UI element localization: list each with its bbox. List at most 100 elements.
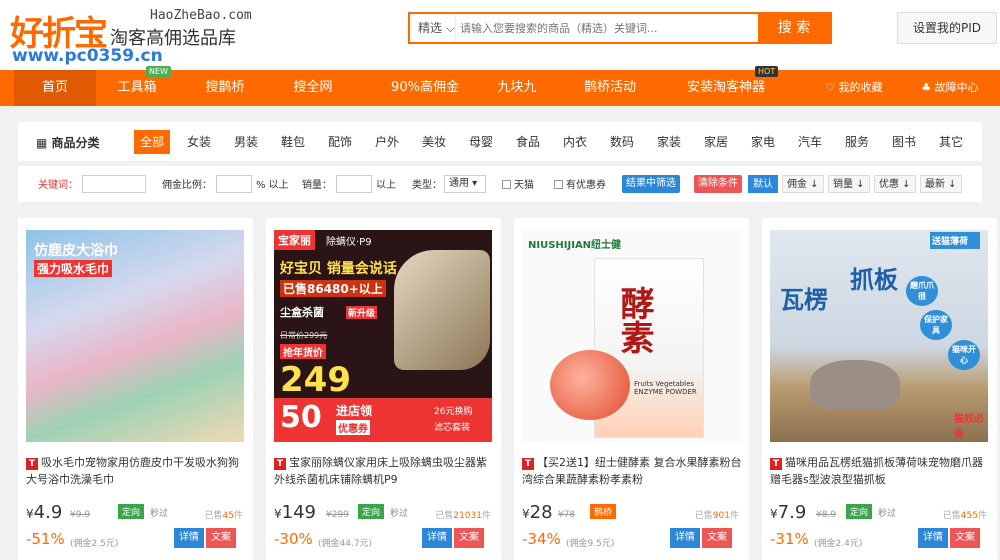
product-price: ¥149 [274, 502, 316, 523]
category-all[interactable]: 全部 [134, 130, 170, 154]
original-price: ¥78 [558, 510, 576, 520]
category-item[interactable]: 女装 [181, 130, 217, 154]
product-card[interactable]: 瓦楞 抓板 送猫薄荷 磨爪爪很 保护家具 猫咪开心 猫奴必备 T 猫咪用品瓦楞纸猫… [762, 218, 997, 560]
product-price: ¥4.9 [26, 502, 63, 523]
image-text: 已售86480+以上 [280, 280, 386, 297]
checkbox-icon [502, 180, 511, 189]
sort-discount[interactable]: 优惠 ↓ [874, 175, 916, 193]
keyword-input[interactable] [82, 175, 146, 193]
commission: (佣金2.4元) [814, 539, 863, 549]
category-item[interactable]: 户外 [369, 130, 405, 154]
image-text: 仿鹿皮大浴巾 [34, 243, 118, 259]
sort-sales[interactable]: 销量 ↓ [828, 175, 870, 193]
image-text: 249 [280, 360, 351, 400]
product-card[interactable]: 仿鹿皮大浴巾 强力吸水毛巾 T 吸水毛巾宠物家用仿鹿皮巾干发吸水狗狗大号浴巾洗澡毛… [18, 218, 253, 560]
copy-button[interactable]: 文案 [454, 528, 484, 548]
ratio-input[interactable] [216, 175, 252, 193]
image-text: 好宝贝 销量会说话 [280, 261, 397, 277]
nav-search-all[interactable]: 搜全网 [280, 70, 346, 106]
category-item[interactable]: 食品 [510, 130, 546, 154]
nav-queqiao-events[interactable]: 鹊桥活动 [572, 70, 648, 106]
nav-favorites[interactable]: ♡ 我的收藏 [812, 70, 896, 106]
category-item[interactable]: 汽车 [792, 130, 828, 154]
status-badge: 定向 [358, 504, 385, 519]
copy-button[interactable]: 文案 [206, 528, 236, 548]
copy-button[interactable]: 文案 [702, 528, 732, 548]
product-image[interactable]: 仿鹿皮大浴巾 强力吸水毛巾 [26, 230, 244, 442]
nav-nine-nine[interactable]: 九块九 [484, 70, 550, 106]
image-text: 26元换购 [434, 407, 473, 417]
tmall-icon: T [770, 458, 782, 470]
category-item[interactable]: 鞋包 [275, 130, 311, 154]
category-item[interactable]: 配饰 [322, 130, 358, 154]
discount: -51% [26, 530, 65, 548]
ratio-label: 佣金比例： [162, 180, 212, 191]
image-text: 强力吸水毛巾 [34, 260, 113, 277]
category-item[interactable]: 家装 [651, 130, 687, 154]
image-text: 磨爪爪很 [906, 276, 938, 306]
discount: -31% [770, 530, 809, 548]
category-item[interactable]: 家电 [745, 130, 781, 154]
detail-button[interactable]: 详情 [670, 528, 700, 548]
nav-search-queqiao[interactable]: 搜鹊桥 [192, 70, 258, 106]
sort-newest[interactable]: 最新 ↓ [920, 175, 962, 193]
image-text: 抢年货价 [280, 344, 326, 359]
nav-troubleshoot[interactable]: ♣ 故障中心 [908, 70, 992, 106]
image-text: 瓦楞 [780, 286, 828, 314]
grid-icon: ▦ [36, 136, 52, 150]
category-item[interactable]: 服务 [839, 130, 875, 154]
commission: (佣金9.5元) [566, 539, 615, 549]
category-item[interactable]: 其它 [933, 130, 969, 154]
product-image[interactable]: 瓦楞 抓板 送猫薄荷 磨爪爪很 保护家具 猫咪开心 猫奴必备 [770, 230, 988, 442]
category-item[interactable]: 美妆 [416, 130, 452, 154]
commission: (佣金2.5元) [70, 539, 119, 549]
image-text: 日常价299元 [280, 331, 328, 340]
search-input[interactable] [460, 18, 760, 38]
set-pid-button[interactable]: 设置我的PID [897, 12, 997, 44]
product-price: ¥28 [522, 502, 553, 523]
category-item[interactable]: 数码 [604, 130, 640, 154]
image-text: 猫咪开心 [948, 340, 980, 370]
search-button[interactable]: 搜 索 [758, 12, 830, 44]
image-text: 除螨仪·P9 [326, 237, 372, 248]
sort-default[interactable]: 默认 [748, 175, 778, 193]
image-text: 猫奴必备 [954, 414, 984, 440]
copy-button[interactable]: 文案 [950, 528, 980, 548]
watermark: www.pc0359.cn [12, 46, 163, 66]
nav-high-commission[interactable]: 90%高佣金 [370, 70, 480, 106]
type-select[interactable]: 通用 ▾ [444, 175, 486, 193]
product-image[interactable]: NIUSHIJIAN纽士健 酵素 Fruits Vegetables ENZYM… [522, 230, 740, 442]
search-type-select[interactable]: 精选 ⌵ [410, 14, 456, 42]
product-card[interactable]: NIUSHIJIAN纽士健 酵素 Fruits Vegetables ENZYM… [514, 218, 749, 560]
category-item[interactable]: 图书 [886, 130, 922, 154]
sort-commission[interactable]: 佣金 ↓ [782, 175, 824, 193]
sales-input[interactable] [336, 175, 372, 193]
image-text: 50 [280, 400, 322, 435]
tmall-checkbox[interactable]: 天猫 [502, 176, 534, 191]
detail-button[interactable]: 详情 [918, 528, 948, 548]
detail-button[interactable]: 详情 [422, 528, 452, 548]
nav-home[interactable]: 首页 [14, 70, 96, 106]
tmall-icon: T [274, 458, 286, 470]
category-item[interactable]: 内衣 [557, 130, 593, 154]
product-title[interactable]: T 【买2送1】纽士健酵素 复合水果酵素粉台湾综合果蔬酵素粉孝素粉 [522, 454, 742, 488]
detail-button[interactable]: 详情 [174, 528, 204, 548]
product-card[interactable]: 宝家丽 除螨仪·P9 好宝贝 销量会说话 已售86480+以上 尘盒杀菌 新升级… [266, 218, 501, 560]
product-title[interactable]: T 宝家丽除螨仪家用床上吸除螨虫吸尘器紫外线杀菌机床铺除螨机P9 [274, 454, 494, 488]
commission: (佣金44.7元) [318, 539, 373, 549]
product-image[interactable]: 宝家丽 除螨仪·P9 好宝贝 销量会说话 已售86480+以上 尘盒杀菌 新升级… [274, 230, 492, 442]
category-item[interactable]: 男装 [228, 130, 264, 154]
filter-results-button[interactable]: 结果中筛选 [622, 175, 680, 193]
search-box: 精选 ⌵ 搜 索 [408, 12, 832, 44]
original-price: ¥9.9 [70, 510, 91, 520]
status-badge: 秒过 [390, 509, 409, 519]
product-title[interactable]: T 猫咪用品瓦楞纸猫抓板薄荷味宠物磨爪器赠毛器s型波浪型猫抓板 [770, 454, 990, 488]
image-text: 优惠券 [336, 420, 370, 435]
chevron-down-icon: ⌵ [442, 21, 455, 35]
product-title[interactable]: T 吸水毛巾宠物家用仿鹿皮巾干发吸水狗狗大号浴巾洗澡毛巾 [26, 454, 246, 488]
category-item[interactable]: 母婴 [463, 130, 499, 154]
clear-filters-button[interactable]: 清除条件 [694, 175, 742, 193]
category-item[interactable]: 家居 [698, 130, 734, 154]
filter-bar: 关键词： 佣金比例： % 以上 销量： 以上 类型： 通用 ▾ 天猫 有优惠券 … [18, 166, 982, 202]
coupon-checkbox[interactable]: 有优惠券 [554, 176, 606, 191]
